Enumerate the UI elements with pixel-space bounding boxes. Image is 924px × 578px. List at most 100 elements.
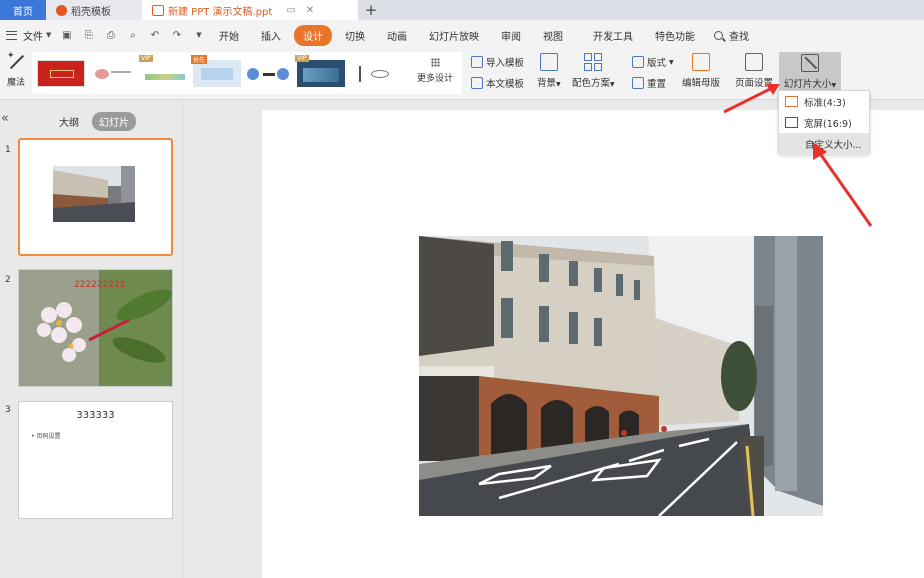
color-scheme-button[interactable]: 配色方案▼ (572, 53, 615, 89)
close-tab-icon[interactable]: ✕ (306, 5, 314, 16)
slides-pane: « 大纲 幻灯片 1 2 222222222 3 333333 • 页码设置 (0, 101, 183, 578)
slide-size-label: 幻灯片大小 (783, 79, 832, 90)
palette-icon (584, 53, 603, 71)
save-icon[interactable]: ▣ (60, 29, 73, 42)
tab-insert[interactable]: 插入 (252, 25, 290, 46)
tab-developer[interactable]: 开发工具 (584, 25, 642, 46)
menu-bar: 文件 ▼ ▣ ⎘ ⎙ ⌕ ↶ ↷ ▼ 开始 插入 设计 切换 动画 幻灯片放映 … (0, 20, 924, 50)
tab-document[interactable]: 新建 PPT 演示文稿.ppt ▭ ✕ (142, 0, 358, 20)
standard-size-label: 标准(4:3) (804, 97, 846, 109)
tab-bar: 首页 稻壳模板 新建 PPT 演示文稿.ppt ▭ ✕ + (0, 0, 924, 20)
tab-slideshow[interactable]: 幻灯片放映 (420, 25, 488, 46)
outline-tab[interactable]: 大纲 (52, 112, 86, 131)
more-design-button[interactable]: 更多设计 (417, 58, 453, 84)
slide-thumbnail-2[interactable]: 222222222 (18, 269, 173, 387)
slide-3-title: 333333 (76, 410, 115, 421)
slide-number: 1 (5, 145, 11, 155)
redo-icon[interactable]: ↷ (170, 29, 183, 42)
undo-icon[interactable]: ↶ (148, 29, 161, 42)
widescreen-ratio-icon (785, 117, 798, 128)
tab-template-label: 稻壳模板 (71, 6, 111, 18)
magic-wand-icon (6, 51, 26, 71)
tab-review[interactable]: 审阅 (492, 25, 530, 46)
slide-3-bullet: • 页码设置 (31, 433, 61, 440)
theme-thumbnail[interactable]: VIP (295, 54, 345, 87)
pane-tabs: 大纲 幻灯片 (52, 112, 136, 131)
layout-button[interactable]: 版式 ▼ (632, 55, 674, 69)
pin-icon[interactable]: ▭ (286, 5, 295, 16)
text-template-button[interactable]: 本文模板 (471, 76, 524, 90)
slide-2-text: 222222222 (74, 280, 126, 290)
reset-label: 重置 (647, 79, 667, 90)
import-template-label: 导入模板 (486, 58, 525, 69)
slides-tab[interactable]: 幻灯片 (92, 112, 136, 131)
more-design-label: 更多设计 (417, 74, 454, 84)
file-menu[interactable]: 文件 (23, 28, 43, 43)
layout-icon (632, 56, 644, 68)
widescreen-size-option[interactable]: 宽屏(16:9) (779, 112, 869, 133)
theme-gallery: VIP 抢先 VIP (32, 52, 462, 94)
preview-icon[interactable]: ⌕ (126, 29, 139, 42)
search-button[interactable]: 查找 (714, 28, 749, 43)
annotation-arrow-icon (723, 84, 780, 114)
ppt-file-icon (152, 4, 164, 16)
reset-button[interactable]: 重置 (632, 76, 666, 90)
tab-design[interactable]: 设计 (294, 24, 332, 46)
page-setup-icon (745, 53, 763, 71)
new-tab-button[interactable]: + (358, 0, 384, 20)
slide-number: 3 (5, 405, 11, 415)
theme-thumbnail[interactable] (349, 59, 397, 87)
slide-size-button[interactable]: 幻灯片大小▼ (779, 52, 841, 94)
new-badge: 抢先 (191, 54, 208, 64)
theme-thumbnail[interactable] (89, 59, 137, 87)
vip-badge: VIP (295, 54, 309, 62)
theme-thumbnail[interactable]: VIP (139, 54, 189, 87)
tab-template[interactable]: 稻壳模板 (46, 0, 142, 20)
vip-badge: VIP (139, 54, 153, 62)
magic-button[interactable]: 魔法 (3, 51, 29, 88)
slide-thumbnail-3[interactable]: 333333 • 页码设置 (18, 401, 173, 519)
new-tab-label: + (364, 1, 378, 19)
import-template-button[interactable]: 导入模板 (471, 55, 524, 69)
collapse-pane-icon[interactable]: « (1, 111, 9, 126)
tab-view[interactable]: 视图 (534, 25, 572, 46)
tab-animation[interactable]: 动画 (378, 25, 416, 46)
import-icon (471, 56, 483, 68)
ribbon-tabs: 开始 插入 设计 切换 动画 幻灯片放映 审阅 视图 开发工具 特色功能 查找 (210, 24, 749, 46)
tab-home-label: 首页 (13, 6, 33, 18)
docer-logo-icon (56, 4, 67, 16)
quick-access: 文件 ▼ ▣ ⎘ ⎙ ⌕ ↶ ↷ ▼ (0, 28, 210, 43)
tab-transition[interactable]: 切换 (336, 25, 374, 46)
background-icon (539, 53, 558, 71)
slide-size-icon (801, 54, 819, 72)
reset-icon (632, 77, 644, 89)
master-icon (692, 53, 710, 71)
annotation-arrow-icon (813, 142, 873, 227)
tab-document-label: 新建 PPT 演示文稿.ppt (168, 6, 273, 18)
tab-home[interactable]: 首页 (0, 0, 46, 20)
tab-features[interactable]: 特色功能 (646, 25, 704, 46)
theme-thumbnail[interactable]: 抢先 (191, 54, 241, 87)
slide-number: 2 (5, 275, 11, 285)
text-template-label: 本文模板 (486, 79, 525, 90)
menu-icon[interactable] (6, 30, 17, 40)
chevron-down-icon[interactable]: ▼ (46, 31, 51, 39)
theme-thumbnail[interactable] (37, 59, 85, 87)
export-icon[interactable]: ⎘ (82, 29, 95, 42)
search-icon (714, 30, 723, 40)
template-icon (471, 77, 483, 89)
more-icon[interactable]: ▼ (192, 29, 205, 42)
color-scheme-label: 配色方案 (572, 78, 611, 89)
edit-master-label: 编辑母版 (682, 78, 721, 89)
standard-size-option[interactable]: 标准(4:3) (779, 91, 869, 112)
search-label: 查找 (729, 31, 749, 43)
tab-start[interactable]: 开始 (210, 25, 248, 46)
magic-label: 魔法 (6, 78, 25, 88)
edit-master-button[interactable]: 编辑母版 (682, 53, 720, 89)
widescreen-size-label: 宽屏(16:9) (804, 118, 852, 130)
street-photo[interactable] (419, 236, 823, 516)
print-icon[interactable]: ⎙ (104, 29, 117, 42)
slide-thumbnail-1[interactable] (18, 138, 173, 256)
background-button[interactable]: 背景▼ (537, 53, 561, 89)
theme-thumbnail[interactable] (245, 59, 293, 87)
